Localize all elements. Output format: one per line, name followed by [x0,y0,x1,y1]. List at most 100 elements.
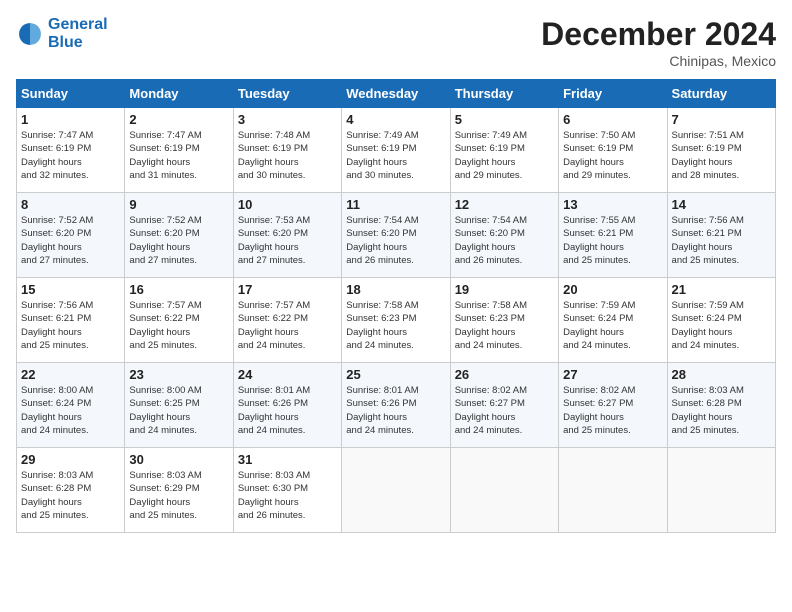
calendar-header-thursday: Thursday [450,80,558,108]
day-number: 23 [129,367,228,382]
calendar-cell: 6 Sunrise: 7:50 AM Sunset: 6:19 PM Dayli… [559,108,667,193]
day-number: 30 [129,452,228,467]
day-info: Sunrise: 7:47 AM Sunset: 6:19 PM Dayligh… [129,130,201,181]
day-info: Sunrise: 7:54 AM Sunset: 6:20 PM Dayligh… [346,215,418,266]
calendar-cell: 20 Sunrise: 7:59 AM Sunset: 6:24 PM Dayl… [559,278,667,363]
day-info: Sunrise: 7:56 AM Sunset: 6:21 PM Dayligh… [21,300,93,351]
calendar-cell: 8 Sunrise: 7:52 AM Sunset: 6:20 PM Dayli… [17,193,125,278]
calendar-cell: 2 Sunrise: 7:47 AM Sunset: 6:19 PM Dayli… [125,108,233,193]
day-number: 14 [672,197,771,212]
day-number: 5 [455,112,554,127]
day-info: Sunrise: 7:57 AM Sunset: 6:22 PM Dayligh… [129,300,201,351]
day-number: 26 [455,367,554,382]
logo-text: General Blue [48,16,108,52]
day-number: 7 [672,112,771,127]
day-info: Sunrise: 8:03 AM Sunset: 6:28 PM Dayligh… [21,470,93,521]
day-number: 10 [238,197,337,212]
day-number: 4 [346,112,445,127]
calendar-cell: 30 Sunrise: 8:03 AM Sunset: 6:29 PM Dayl… [125,448,233,533]
day-number: 3 [238,112,337,127]
calendar-cell: 23 Sunrise: 8:00 AM Sunset: 6:25 PM Dayl… [125,363,233,448]
day-info: Sunrise: 7:54 AM Sunset: 6:20 PM Dayligh… [455,215,527,266]
day-number: 27 [563,367,662,382]
day-info: Sunrise: 8:02 AM Sunset: 6:27 PM Dayligh… [563,385,635,436]
calendar-week-row: 8 Sunrise: 7:52 AM Sunset: 6:20 PM Dayli… [17,193,776,278]
day-number: 17 [238,282,337,297]
day-info: Sunrise: 7:51 AM Sunset: 6:19 PM Dayligh… [672,130,744,181]
day-number: 9 [129,197,228,212]
calendar-header-sunday: Sunday [17,80,125,108]
day-number: 29 [21,452,120,467]
month-title: December 2024 [541,16,776,53]
day-info: Sunrise: 7:52 AM Sunset: 6:20 PM Dayligh… [21,215,93,266]
calendar-week-row: 1 Sunrise: 7:47 AM Sunset: 6:19 PM Dayli… [17,108,776,193]
calendar-cell: 28 Sunrise: 8:03 AM Sunset: 6:28 PM Dayl… [667,363,775,448]
day-info: Sunrise: 8:03 AM Sunset: 6:28 PM Dayligh… [672,385,744,436]
day-info: Sunrise: 7:53 AM Sunset: 6:20 PM Dayligh… [238,215,310,266]
day-info: Sunrise: 8:01 AM Sunset: 6:26 PM Dayligh… [346,385,418,436]
day-info: Sunrise: 8:03 AM Sunset: 6:29 PM Dayligh… [129,470,201,521]
calendar-table: SundayMondayTuesdayWednesdayThursdayFrid… [16,79,776,533]
day-number: 6 [563,112,662,127]
calendar-cell [559,448,667,533]
day-info: Sunrise: 7:50 AM Sunset: 6:19 PM Dayligh… [563,130,635,181]
day-number: 31 [238,452,337,467]
day-info: Sunrise: 8:03 AM Sunset: 6:30 PM Dayligh… [238,470,310,521]
day-number: 13 [563,197,662,212]
calendar-cell: 12 Sunrise: 7:54 AM Sunset: 6:20 PM Dayl… [450,193,558,278]
calendar-header-row: SundayMondayTuesdayWednesdayThursdayFrid… [17,80,776,108]
calendar-cell: 29 Sunrise: 8:03 AM Sunset: 6:28 PM Dayl… [17,448,125,533]
day-number: 8 [21,197,120,212]
calendar-week-row: 29 Sunrise: 8:03 AM Sunset: 6:28 PM Dayl… [17,448,776,533]
calendar-cell: 24 Sunrise: 8:01 AM Sunset: 6:26 PM Dayl… [233,363,341,448]
day-number: 20 [563,282,662,297]
day-number: 24 [238,367,337,382]
calendar-cell: 25 Sunrise: 8:01 AM Sunset: 6:26 PM Dayl… [342,363,450,448]
calendar-cell: 3 Sunrise: 7:48 AM Sunset: 6:19 PM Dayli… [233,108,341,193]
day-info: Sunrise: 7:47 AM Sunset: 6:19 PM Dayligh… [21,130,93,181]
day-number: 2 [129,112,228,127]
calendar-cell: 15 Sunrise: 7:56 AM Sunset: 6:21 PM Dayl… [17,278,125,363]
calendar-cell: 26 Sunrise: 8:02 AM Sunset: 6:27 PM Dayl… [450,363,558,448]
location: Chinipas, Mexico [541,53,776,69]
day-number: 1 [21,112,120,127]
calendar-cell: 18 Sunrise: 7:58 AM Sunset: 6:23 PM Dayl… [342,278,450,363]
calendar-header-wednesday: Wednesday [342,80,450,108]
day-number: 16 [129,282,228,297]
calendar-cell: 11 Sunrise: 7:54 AM Sunset: 6:20 PM Dayl… [342,193,450,278]
day-info: Sunrise: 7:49 AM Sunset: 6:19 PM Dayligh… [346,130,418,181]
day-number: 22 [21,367,120,382]
calendar-cell: 10 Sunrise: 7:53 AM Sunset: 6:20 PM Dayl… [233,193,341,278]
day-number: 11 [346,197,445,212]
day-number: 21 [672,282,771,297]
calendar-cell [667,448,775,533]
calendar-cell: 5 Sunrise: 7:49 AM Sunset: 6:19 PM Dayli… [450,108,558,193]
day-info: Sunrise: 7:58 AM Sunset: 6:23 PM Dayligh… [346,300,418,351]
calendar-header-saturday: Saturday [667,80,775,108]
day-info: Sunrise: 7:48 AM Sunset: 6:19 PM Dayligh… [238,130,310,181]
day-info: Sunrise: 7:49 AM Sunset: 6:19 PM Dayligh… [455,130,527,181]
calendar-cell: 14 Sunrise: 7:56 AM Sunset: 6:21 PM Dayl… [667,193,775,278]
calendar-header-friday: Friday [559,80,667,108]
calendar-cell [342,448,450,533]
calendar-cell: 7 Sunrise: 7:51 AM Sunset: 6:19 PM Dayli… [667,108,775,193]
day-number: 28 [672,367,771,382]
day-info: Sunrise: 7:55 AM Sunset: 6:21 PM Dayligh… [563,215,635,266]
day-info: Sunrise: 7:52 AM Sunset: 6:20 PM Dayligh… [129,215,201,266]
day-number: 19 [455,282,554,297]
title-block: December 2024 Chinipas, Mexico [541,16,776,69]
calendar-week-row: 22 Sunrise: 8:00 AM Sunset: 6:24 PM Dayl… [17,363,776,448]
day-info: Sunrise: 8:00 AM Sunset: 6:25 PM Dayligh… [129,385,201,436]
calendar-cell: 1 Sunrise: 7:47 AM Sunset: 6:19 PM Dayli… [17,108,125,193]
calendar-cell: 22 Sunrise: 8:00 AM Sunset: 6:24 PM Dayl… [17,363,125,448]
day-info: Sunrise: 7:59 AM Sunset: 6:24 PM Dayligh… [563,300,635,351]
logo: General Blue [16,16,108,52]
day-info: Sunrise: 7:57 AM Sunset: 6:22 PM Dayligh… [238,300,310,351]
day-number: 15 [21,282,120,297]
calendar-cell: 19 Sunrise: 7:58 AM Sunset: 6:23 PM Dayl… [450,278,558,363]
calendar-cell: 31 Sunrise: 8:03 AM Sunset: 6:30 PM Dayl… [233,448,341,533]
calendar-cell: 13 Sunrise: 7:55 AM Sunset: 6:21 PM Dayl… [559,193,667,278]
day-number: 25 [346,367,445,382]
calendar-week-row: 15 Sunrise: 7:56 AM Sunset: 6:21 PM Dayl… [17,278,776,363]
day-info: Sunrise: 8:00 AM Sunset: 6:24 PM Dayligh… [21,385,93,436]
